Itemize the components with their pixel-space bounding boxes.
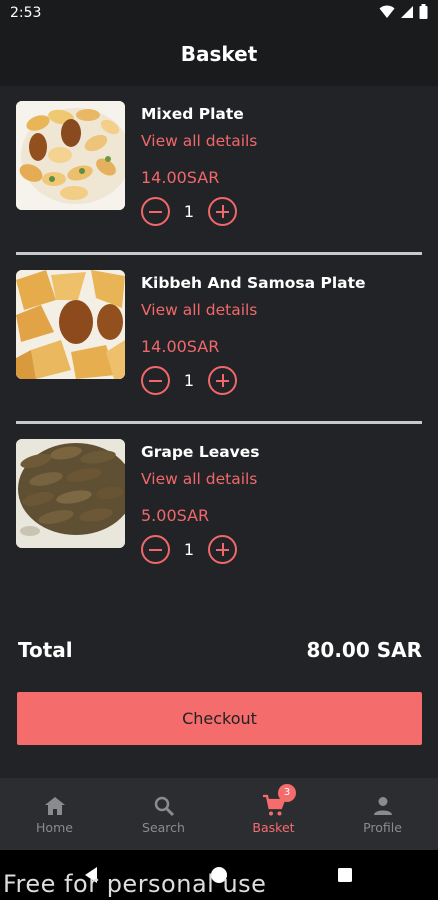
- increase-quantity-button[interactable]: [208, 197, 237, 226]
- item-image: [16, 439, 125, 548]
- page-title: Basket: [180, 42, 258, 66]
- search-icon: [154, 796, 174, 817]
- minus-icon: [149, 379, 162, 382]
- nav-label: Home: [36, 820, 73, 835]
- quantity-stepper: 1: [141, 366, 251, 396]
- quantity-value: 1: [183, 371, 195, 390]
- plus-icon-stroke: [221, 374, 224, 387]
- basket-item: Grape Leaves View all details 5.00SAR 1: [16, 439, 422, 579]
- quantity-value: 1: [183, 540, 195, 559]
- signal-icon: [401, 5, 413, 18]
- kibbeh-samosa-photo: [16, 270, 125, 379]
- basket-item: Mixed Plate View all details 14.00SAR 1: [16, 101, 422, 241]
- status-bar: 2:53: [0, 0, 438, 28]
- decrease-quantity-button[interactable]: [141, 366, 170, 395]
- status-time: 2:53: [10, 5, 42, 21]
- divider: [16, 421, 422, 424]
- item-price: 14.00SAR: [141, 337, 220, 356]
- plus-icon-stroke: [221, 205, 224, 218]
- battery-icon: [419, 4, 428, 19]
- item-name: Grape Leaves: [141, 443, 260, 461]
- grape-leaves-photo: [16, 439, 125, 548]
- status-icons: [379, 4, 428, 19]
- nav-label: Search: [142, 820, 185, 835]
- divider: [16, 252, 422, 255]
- basket-item: Kibbeh And Samosa Plate View all details…: [16, 270, 422, 410]
- total-value: 80.00 SAR: [306, 638, 422, 662]
- nav-item-basket[interactable]: 3 Basket: [219, 778, 328, 850]
- decrease-quantity-button[interactable]: [141, 535, 170, 564]
- home-icon: [44, 797, 65, 815]
- item-image: [16, 101, 125, 210]
- wifi-icon: [379, 5, 395, 18]
- item-name: Mixed Plate: [141, 105, 244, 123]
- app-header: Basket: [0, 28, 438, 86]
- quantity-stepper: 1: [141, 197, 251, 227]
- cart-count-badge: 3: [278, 784, 296, 802]
- nav-label: Basket: [252, 820, 295, 835]
- nav-item-home[interactable]: Home: [0, 778, 109, 850]
- increase-quantity-button[interactable]: [208, 535, 237, 564]
- recents-icon[interactable]: [337, 867, 353, 883]
- watermark-text: Free for personal use: [3, 870, 267, 898]
- minus-icon: [149, 210, 162, 213]
- item-price: 14.00SAR: [141, 168, 220, 187]
- mixed-plate-photo: [16, 101, 125, 210]
- increase-quantity-button[interactable]: [208, 366, 237, 395]
- item-name: Kibbeh And Samosa Plate: [141, 274, 366, 292]
- view-details-link[interactable]: View all details: [141, 132, 257, 150]
- nav-item-search[interactable]: Search: [109, 778, 218, 850]
- nav-label: Profile: [363, 820, 402, 835]
- view-details-link[interactable]: View all details: [141, 301, 257, 319]
- quantity-stepper: 1: [141, 535, 251, 565]
- bottom-nav: Home Search 3 Basket Profile: [0, 778, 438, 850]
- nav-item-profile[interactable]: Profile: [328, 778, 437, 850]
- plus-icon-stroke: [221, 543, 224, 556]
- checkout-button[interactable]: Checkout: [17, 692, 422, 745]
- item-price: 5.00SAR: [141, 506, 210, 525]
- item-image: [16, 270, 125, 379]
- view-details-link[interactable]: View all details: [141, 470, 257, 488]
- person-icon: [373, 797, 392, 815]
- minus-icon: [149, 548, 162, 551]
- total-label: Total: [18, 638, 73, 662]
- quantity-value: 1: [183, 202, 195, 221]
- decrease-quantity-button[interactable]: [141, 197, 170, 226]
